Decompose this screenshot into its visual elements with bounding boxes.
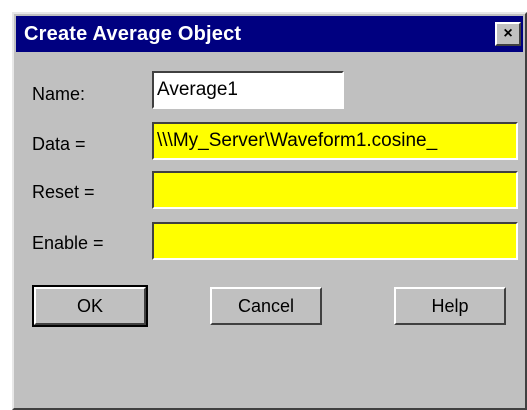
dialog-title: Create Average Object — [24, 22, 242, 45]
reset-label: Reset = — [32, 182, 95, 202]
create-average-dialog: Create Average Object × Name: Average1 D… — [12, 12, 527, 410]
ok-button[interactable]: OK — [32, 285, 148, 327]
data-input[interactable]: \\\My_Server\Waveform1.cosine_ — [152, 122, 518, 160]
enable-input[interactable] — [152, 222, 518, 260]
close-button[interactable]: × — [495, 22, 521, 46]
reset-input[interactable] — [152, 171, 518, 209]
enable-label: Enable = — [32, 233, 104, 253]
title-bar: Create Average Object × — [16, 16, 523, 52]
name-label: Name: — [32, 84, 86, 104]
close-icon: × — [503, 25, 513, 42]
data-label: Data = — [32, 134, 86, 154]
cancel-button[interactable]: Cancel — [210, 287, 322, 325]
help-button[interactable]: Help — [394, 287, 506, 325]
name-input[interactable]: Average1 — [152, 71, 344, 109]
